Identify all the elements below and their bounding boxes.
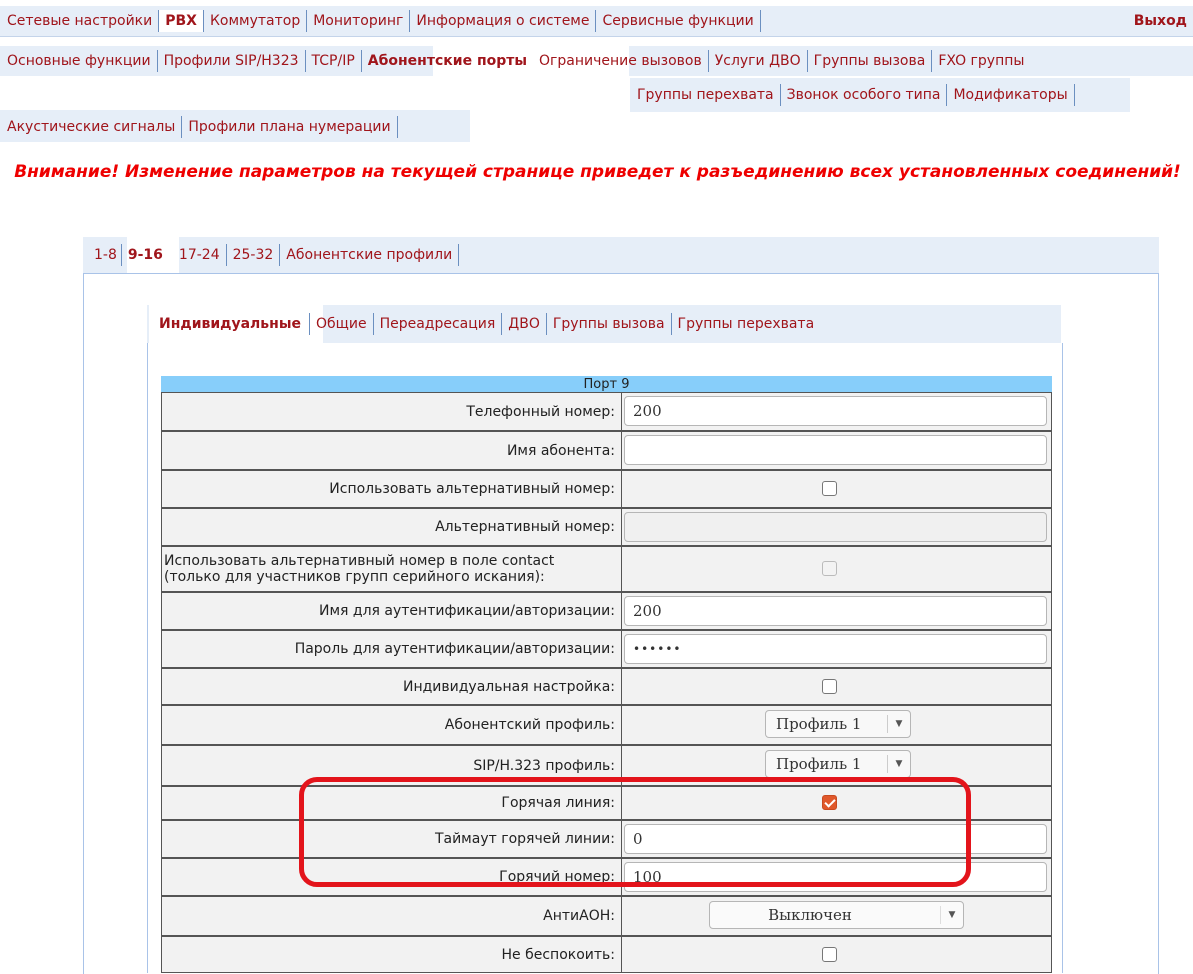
- tab-subscriber-profiles[interactable]: Абонентские профили: [280, 244, 460, 266]
- alt-contact-label: Использовать альтернативный номер в поле…: [162, 547, 622, 591]
- tab-dvo[interactable]: ДВО: [502, 313, 547, 335]
- main-nav-bar: Сетевые настройки PBX Коммутатор Монитор…: [0, 0, 1193, 38]
- inner-tabs: Индивидуальные Общие Переадресация ДВО Г…: [151, 309, 820, 339]
- subscriber-profile-value: Профиль 1: [776, 715, 862, 733]
- alt-number-input[interactable]: [624, 512, 1047, 542]
- subnav-call-groups[interactable]: Группы вызова: [808, 50, 933, 72]
- auth-password-label: Пароль для аутентификации/авторизации:: [162, 631, 622, 667]
- port-tabs: 1-8 9-16 17-24 25-32 Абонентские профили: [88, 240, 460, 270]
- phone-number-label: Телефонный номер:: [162, 393, 622, 430]
- row-alt-number: Альтернативный номер:: [161, 508, 1052, 546]
- subscriber-profile-label: Абонентский профиль:: [162, 706, 622, 744]
- tab-pickup-groups[interactable]: Группы перехвата: [672, 313, 821, 335]
- row-auth-password: Пароль для аутентификации/авторизации: •…: [161, 630, 1052, 668]
- tab-general[interactable]: Общие: [310, 313, 374, 335]
- sub-nav-row2: Группы перехвата Звонок особого типа Мод…: [631, 80, 1075, 110]
- use-alt-number-label: Использовать альтернативный номер:: [162, 471, 622, 507]
- antiaon-label: АнтиАОН:: [162, 897, 622, 935]
- subnav-subscriber-ports[interactable]: Абонентские порты: [362, 50, 533, 72]
- tab-ports-25-32[interactable]: 25-32: [227, 244, 281, 266]
- main-nav: Сетевые настройки PBX Коммутатор Монитор…: [1, 6, 761, 36]
- tab-forwarding[interactable]: Переадресация: [374, 313, 503, 335]
- highlight-box: [299, 777, 971, 887]
- nav-switch[interactable]: Коммутатор: [204, 10, 308, 32]
- row-alt-contact: Использовать альтернативный номер в поле…: [161, 546, 1052, 592]
- individual-setting-label: Индивидуальная настройка:: [162, 669, 622, 704]
- tab-ports-9-16[interactable]: 9-16: [122, 244, 173, 266]
- tab-call-groups[interactable]: Группы вызова: [547, 313, 672, 335]
- row-subscriber-name: Имя абонента:: [161, 431, 1052, 470]
- subnav-distinctive-ring[interactable]: Звонок особого типа: [781, 84, 948, 106]
- use-alt-number-checkbox[interactable]: [822, 481, 837, 496]
- row-auth-name: Имя для аутентификации/авторизации: 200: [161, 592, 1052, 630]
- subscriber-name-input[interactable]: [624, 435, 1047, 465]
- alt-contact-label-line2: (только для участников групп серийного и…: [164, 569, 545, 585]
- subscriber-name-label: Имя абонента:: [162, 432, 622, 469]
- auth-password-input[interactable]: ••••••: [624, 634, 1047, 664]
- antiaon-select[interactable]: Выключен ▼: [709, 901, 964, 929]
- sip-profile-value: Профиль 1: [776, 755, 862, 773]
- row-do-not-disturb: Не беспокоить:: [161, 936, 1052, 973]
- subscriber-profile-select[interactable]: Профиль 1 ▼: [765, 710, 911, 738]
- subnav-acoustic-signals[interactable]: Акустические сигналы: [1, 116, 183, 138]
- chevron-down-icon: ▼: [887, 755, 910, 773]
- row-individual-setting: Индивидуальная настройка:: [161, 668, 1052, 705]
- sip-profile-select[interactable]: Профиль 1 ▼: [765, 750, 911, 778]
- warning-message: Внимание! Изменение параметров на текуще…: [14, 162, 1181, 182]
- port-table-header: Порт 9: [161, 376, 1052, 392]
- alt-contact-label-line1: Использовать альтернативный номер в поле…: [164, 553, 555, 569]
- nav-service-functions[interactable]: Сервисные функции: [596, 10, 761, 32]
- row-use-alt-number: Использовать альтернативный номер:: [161, 470, 1052, 508]
- sub-nav-row3: Акустические сигналы Профили плана нумер…: [1, 112, 398, 142]
- chevron-down-icon: ▼: [887, 715, 910, 733]
- subnav-fxo-groups[interactable]: FXO группы: [932, 50, 1030, 72]
- subnav-basic-functions[interactable]: Основные функции: [1, 50, 158, 72]
- subnav-pickup-groups[interactable]: Группы перехвата: [631, 84, 781, 106]
- alt-number-label: Альтернативный номер:: [162, 509, 622, 545]
- alt-contact-checkbox[interactable]: [822, 561, 837, 576]
- do-not-disturb-checkbox[interactable]: [822, 946, 837, 962]
- nav-monitoring[interactable]: Мониторинг: [307, 10, 411, 32]
- row-antiaon: АнтиАОН: Выключен ▼: [161, 896, 1052, 936]
- subnav-sip-profiles[interactable]: Профили SIP/H323: [158, 50, 306, 72]
- subnav-numbering-plan-profiles[interactable]: Профили плана нумерации: [182, 116, 398, 138]
- tab-individual[interactable]: Индивидуальные: [151, 313, 310, 335]
- nav-pbx[interactable]: PBX: [159, 10, 204, 32]
- sub-nav-row1: Основные функции Профили SIP/H323 TCP/IP…: [1, 46, 1030, 76]
- chevron-down-icon: ▼: [940, 906, 963, 924]
- tab-ports-1-8[interactable]: 1-8: [88, 244, 122, 266]
- auth-name-input[interactable]: 200: [624, 596, 1047, 626]
- subnav-modifiers[interactable]: Модификаторы: [947, 84, 1075, 106]
- individual-setting-checkbox[interactable]: [822, 678, 837, 694]
- auth-name-label: Имя для аутентификации/авторизации:: [162, 593, 622, 629]
- do-not-disturb-label: Не беспокоить:: [162, 937, 622, 972]
- phone-number-input[interactable]: 200: [624, 396, 1047, 426]
- tab-ports-17-24[interactable]: 17-24: [173, 244, 227, 266]
- subnav-call-restriction[interactable]: Ограничение вызовов: [533, 50, 709, 72]
- row-subscriber-profile: Абонентский профиль: Профиль 1 ▼: [161, 705, 1052, 745]
- nav-network-settings[interactable]: Сетевые настройки: [1, 10, 160, 32]
- logout-link[interactable]: Выход: [1134, 6, 1187, 36]
- nav-system-info[interactable]: Информация о системе: [410, 10, 597, 32]
- subnav-tcpip[interactable]: TCP/IP: [306, 50, 362, 72]
- subnav-dvo-services[interactable]: Услуги ДВО: [709, 50, 808, 72]
- row-phone-number: Телефонный номер: 200: [161, 392, 1052, 431]
- antiaon-value: Выключен: [768, 906, 852, 924]
